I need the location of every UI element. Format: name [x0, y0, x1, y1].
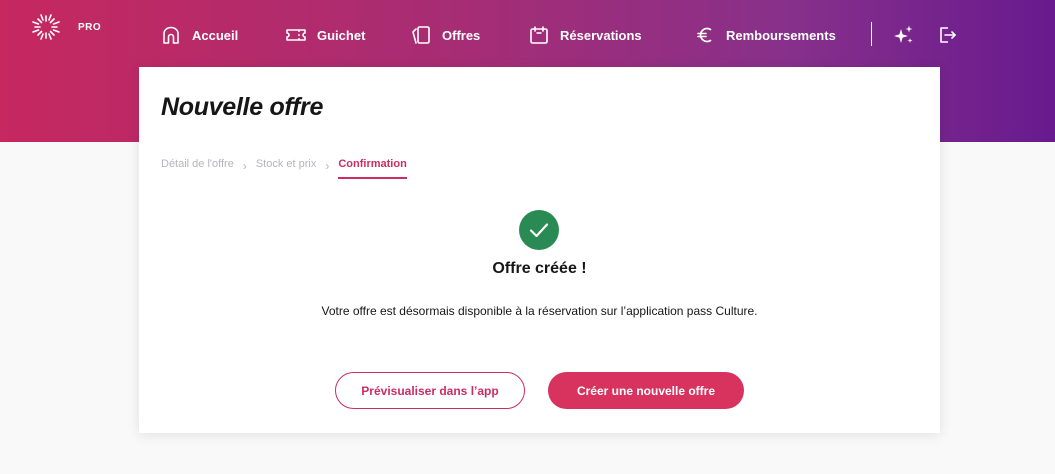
chevron-right-icon: › [242, 159, 247, 173]
breadcrumb-step-confirmation[interactable]: Confirmation [338, 158, 408, 179]
logout-icon [940, 27, 956, 43]
pass-culture-logo-icon [32, 14, 60, 40]
sparkles-button[interactable] [891, 23, 915, 47]
breadcrumb: Détail de l'offre › Stock et prix › Conf… [161, 157, 408, 179]
nav-item-reservations[interactable]: Réservations [528, 22, 642, 48]
confirmation-title: Offre créée ! [492, 260, 587, 277]
logo[interactable]: PRO [30, 12, 101, 42]
offer-confirmation-card: Nouvelle offre Détail de l'offre › Stock… [139, 67, 940, 433]
calendar-icon [530, 26, 548, 44]
breadcrumb-step-stock[interactable]: Stock et prix [256, 158, 317, 170]
logo-label: PRO [78, 21, 102, 33]
nav-item-remboursements[interactable]: Remboursements [694, 22, 836, 48]
nav-divider [871, 22, 872, 46]
euro-icon [697, 27, 712, 43]
sparkles-icon [894, 25, 913, 43]
page-title: Nouvelle offre [161, 93, 324, 121]
check-circle-icon [519, 210, 559, 250]
chevron-right-icon: › [325, 159, 330, 173]
ticket-icon [286, 29, 306, 41]
breadcrumb-step-details[interactable]: Détail de l'offre [161, 158, 234, 170]
nav-item-label: Remboursements [726, 27, 836, 43]
nav-item-guichet[interactable]: Guichet [285, 22, 365, 48]
offers-icon [412, 26, 430, 44]
top-navbar: PRO Accueil Guichet Offres Réservations … [0, 0, 1055, 70]
nav-item-label: Réservations [560, 27, 642, 43]
home-icon [163, 26, 179, 44]
page: PRO Accueil Guichet Offres Réservations … [0, 0, 1055, 474]
confirmation-message: Votre offre est désormais disponible à l… [321, 304, 758, 318]
nav-item-accueil[interactable]: Accueil [160, 22, 238, 48]
logout-button[interactable] [935, 23, 959, 47]
nav-item-label: Offres [442, 27, 481, 43]
nav-item-offres[interactable]: Offres [410, 22, 480, 48]
nav-item-label: Guichet [317, 27, 366, 43]
nav-item-label: Accueil [192, 27, 239, 43]
create-new-offer-button[interactable]: Créer une nouvelle offre [548, 372, 744, 409]
preview-in-app-button[interactable]: Prévisualiser dans l’app [335, 372, 525, 409]
